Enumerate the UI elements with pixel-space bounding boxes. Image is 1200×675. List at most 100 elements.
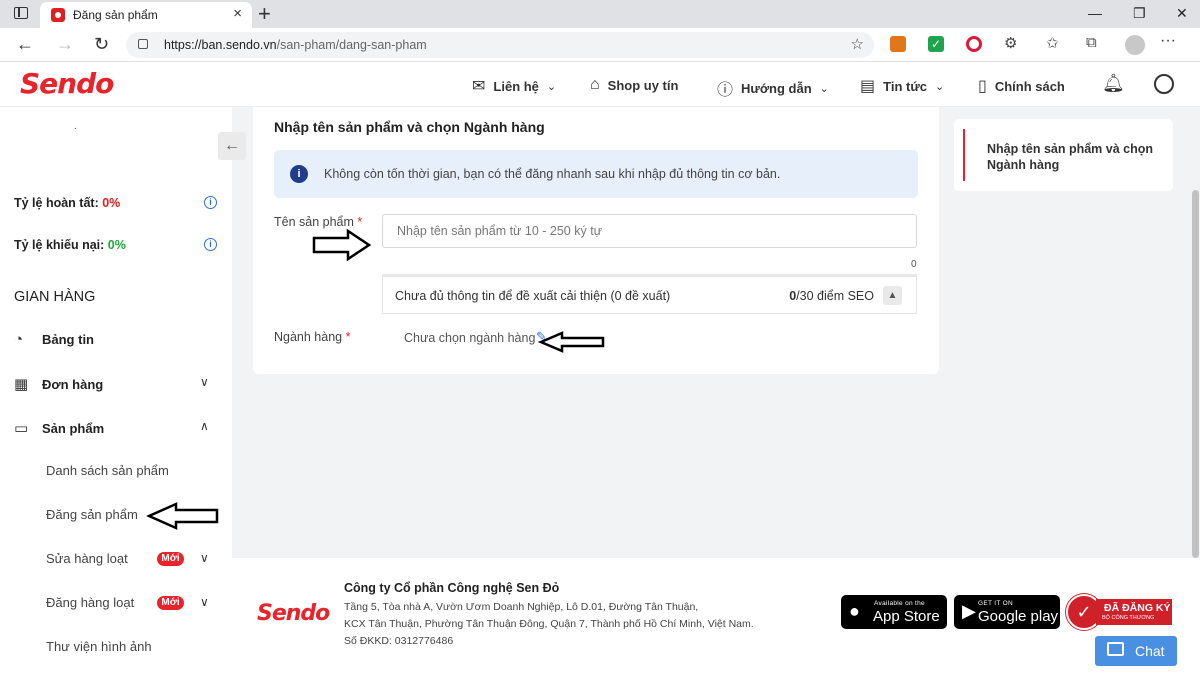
help-icon: ⓘ [717,82,734,99]
sidebar-subitem-product-list[interactable]: Danh sách sản phẩm [46,463,169,478]
annotation-arrow-right-icon [312,228,372,262]
play-icon: ▶ [962,601,976,621]
footer: Sendo Công ty Cổ phần Công nghệ Sen Đỏ T… [232,558,1200,675]
app-store-badge[interactable]: ● Available on the App Store [841,595,947,629]
company-name: Công ty Cổ phần Công nghệ Sen Đỏ [344,581,560,595]
chevron-down-icon: ⌄ [546,80,557,93]
info-circle-icon: i [290,165,308,183]
apple-icon: ● [849,601,860,621]
section-title: GIAN HÀNG [14,289,96,305]
chevron-down-icon: ⌄ [819,82,829,95]
shop-icon: ⌂ [590,76,600,93]
annotation-arrow-left-icon [146,502,219,530]
sidebar: . ← Tỷ lệ hoàn tất: 0% i Tỷ lệ khiếu nại… [0,107,246,675]
sidebar-subitem-add-product[interactable]: Đăng sản phẩm [46,507,138,522]
more-menu-icon[interactable]: ··· [1160,32,1176,50]
favorite-star-icon[interactable]: ☆ [851,35,864,53]
seo-suggestion-box: Chưa đủ thông tin để đề xuất cải thiện (… [382,276,917,314]
tab-close-icon[interactable]: × [233,5,242,22]
footer-logo: Sendo [257,601,330,626]
tab-actions-icon[interactable] [14,7,28,19]
sendo-favicon-icon [51,8,65,22]
box-icon: ▭ [14,420,29,437]
step-label[interactable]: Nhập tên sản phẩm và chọn Ngành hàng [987,141,1157,173]
address-bar[interactable]: https://ban.sendo.vn/san-pham/dang-san-p… [126,32,874,58]
alert-text: Không còn tốn thời gian, bạn có thể đăng… [324,167,781,181]
back-icon[interactable]: ← [16,34,34,55]
char-counter: 0 [911,259,917,270]
new-badge: Mới [157,552,184,566]
product-name-input[interactable] [382,214,917,248]
scrollbar-thumb[interactable] [1192,190,1199,558]
nav-trusted-shop[interactable]: ⌂ Shop uy tín [590,76,678,94]
chevron-down-icon[interactable]: ∨ [200,375,209,389]
category-value[interactable]: Chưa chọn ngành hàng [404,331,535,345]
registered-seal[interactable]: ✓ ĐÃ ĐĂNG KÝ BỘ CÔNG THƯƠNG [1066,594,1174,630]
gauge-icon: ◔ [14,331,24,348]
info-icon[interactable]: i [204,238,217,251]
product-name-label: Tên sản phẩm * [274,215,363,229]
notification-bell-icon[interactable]: 🔔︎ [1102,73,1125,94]
nav-policy[interactable]: ▯ Chính sách [978,76,1065,96]
restore-icon[interactable]: ❐ [1133,5,1146,22]
reload-icon[interactable]: ↻ [94,34,109,55]
chevron-down-icon[interactable]: ∨ [200,551,209,565]
sidebar-item-dashboard[interactable]: ◔ Bảng tin [14,331,94,348]
lock-icon [138,39,148,49]
user-account-icon[interactable] [1154,74,1174,94]
sidebar-dot: . [74,121,77,132]
book-icon: ▯ [978,78,987,95]
sidebar-item-orders[interactable]: ▦ Đơn hàng [14,375,103,393]
nav-contact[interactable]: ✉ Liên hệ ⌄ [472,76,556,96]
sendo-logo[interactable]: Sendo [20,67,114,100]
sidebar-subitem-bulk-edit[interactable]: Sửa hàng loạt [46,551,128,566]
chat-bubble-icon [1107,642,1124,656]
step-indicator: Nhập tên sản phẩm và chọn Ngành hàng [954,119,1173,191]
metamask-extension-icon[interactable] [890,36,906,52]
annotation-arrow-left-icon [538,331,605,353]
info-alert: i Không còn tốn thời gian, bạn có thể đă… [274,150,918,198]
address-line: KCX Tân Thuận, Phường Tân Thuận Đông, Qu… [344,618,754,630]
favorites-icon[interactable]: ✩ [1046,34,1062,52]
minimize-icon[interactable]: — [1088,5,1102,21]
nav-guide[interactable]: ⓘ Hướng dẫn ⌄ [717,76,829,100]
google-play-badge[interactable]: ▶ GET IT ON Google play [954,595,1060,629]
complaint-rate: Tỷ lệ khiếu nại: 0% [14,238,126,252]
form-title: Nhập tên sản phẩm và chọn Ngành hàng [274,119,545,135]
news-icon: ▤ [860,78,876,95]
collections-icon[interactable]: ⧉ [1086,34,1102,51]
business-reg-number: Số ĐKKD: 0312776486 [344,635,454,647]
main-content: Nhập tên sản phẩm và chọn Ngành hàng i K… [232,107,1200,558]
chevron-down-icon: ⌄ [934,80,945,93]
url-text: https://ban.sendo.vn/san-pham/dang-san-p… [164,38,427,52]
seo-score: 0/30 điểm SEO [789,289,874,303]
chat-button[interactable]: Chat [1095,636,1177,666]
chevron-down-icon[interactable]: ∨ [200,595,209,609]
sidebar-item-products[interactable]: ▭ Sản phẩm [14,419,104,437]
chevron-up-icon[interactable]: ∧ [200,419,209,433]
info-icon[interactable]: i [204,196,217,209]
tab-title: Đăng sản phẩm [73,8,158,22]
target-extension-icon[interactable] [966,36,982,52]
sidebar-subitem-bulk-upload[interactable]: Đăng hàng loạt [46,595,134,610]
chevron-up-icon[interactable]: ▲ [883,286,902,305]
mail-icon: ✉ [472,78,486,95]
new-badge: Mới [157,596,184,610]
nav-news[interactable]: ▤ Tin tức ⌄ [860,76,944,96]
profile-avatar[interactable] [1125,35,1145,55]
extensions-puzzle-icon[interactable]: ⚙ [1004,34,1020,52]
active-step-bar [963,129,965,181]
forward-icon[interactable]: → [56,34,74,55]
window-close-icon[interactable]: ✕ [1176,5,1188,22]
collapse-sidebar-button[interactable]: ← [218,132,246,160]
browser-tabbar: Đăng sản phẩm × + — ❐ ✕ [0,0,1200,28]
address-line: Tầng 5, Tòa nhà A, Vườn Ươm Doanh Nghiệp… [344,601,699,613]
arrow-left-icon: ← [224,137,240,154]
new-tab-icon[interactable]: + [258,1,271,27]
browser-toolbar: ← → ↻ https://ban.sendo.vn/san-pham/dang… [0,28,1200,62]
category-label: Ngành hàng * [274,330,351,344]
sidebar-subitem-image-library[interactable]: Thư viện hình ảnh [46,639,152,654]
browser-tab[interactable]: Đăng sản phẩm × [40,2,252,28]
checkmark-extension-icon[interactable]: ✓ [928,36,944,52]
seo-text: Chưa đủ thông tin để đề xuất cải thiện (… [395,289,671,303]
